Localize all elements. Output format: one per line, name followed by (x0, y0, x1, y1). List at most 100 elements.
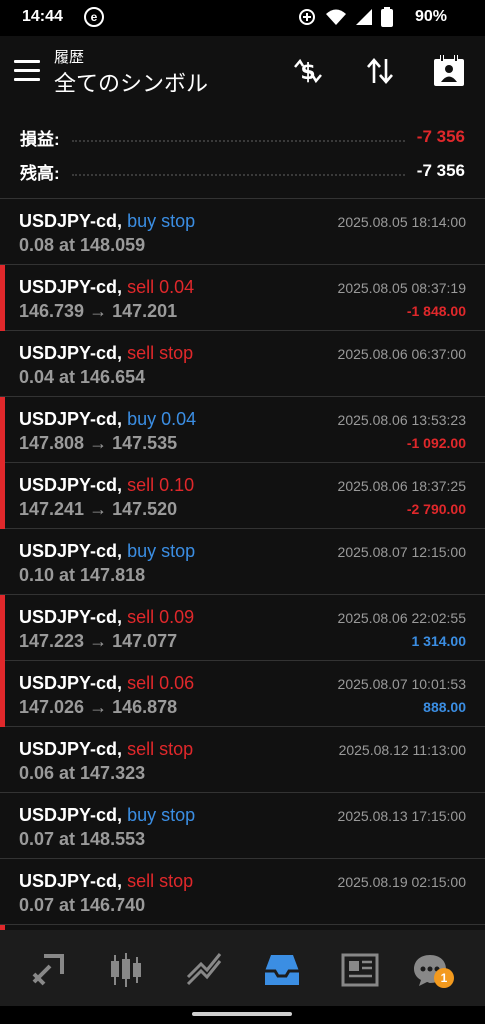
order-detail: 0.04 at 146.654 (19, 367, 146, 387)
sell-indicator-bar (0, 595, 5, 661)
balance-label: 残高: (20, 163, 60, 183)
order-time: 2025.08.13 17:15:00 (337, 808, 466, 824)
battery-icon (381, 7, 393, 27)
order-title: USDJPY-cd, buy stop (19, 211, 195, 232)
order-profit: -1 092.00 (406, 435, 466, 451)
order-time: 2025.08.06 18:37:25 (337, 478, 466, 494)
symbol-name: USDJPY-cd, (19, 409, 123, 429)
messages-badge: 1 (434, 968, 454, 988)
list-item[interactable]: USDJPY-cd, sell 0.10 147.241 → 147.520 2… (0, 463, 485, 529)
deposit-icon[interactable]: $ (289, 52, 327, 90)
order-time: 2025.08.07 12:15:00 (337, 544, 466, 560)
symbol-name: USDJPY-cd, (19, 739, 123, 759)
symbol-name: USDJPY-cd, (19, 805, 123, 825)
order-title: USDJPY-cd, buy 0.04 (19, 409, 196, 430)
list-item[interactable]: USDJPY-cd, sell 0.04 146.739 → 147.201 2… (0, 265, 485, 331)
order-detail: 147.223 → 147.077 (19, 631, 178, 651)
list-item[interactable]: USDJPY-cd, sell 0.06 147.026 → 146.878 2… (0, 661, 485, 727)
order-title: USDJPY-cd, sell 0.09 (19, 607, 194, 628)
order-title: USDJPY-cd, sell stop (19, 343, 193, 364)
order-profit: 888.00 (423, 699, 466, 715)
symbol-name: USDJPY-cd, (19, 607, 123, 627)
wifi-icon (326, 9, 346, 25)
order-type: sell 0.04 (127, 277, 195, 297)
sell-indicator-bar (0, 265, 5, 331)
order-time: 2025.08.05 18:14:00 (337, 214, 466, 230)
order-detail: 0.08 at 148.059 (19, 235, 146, 255)
order-type: sell 0.09 (127, 607, 195, 627)
order-time: 2025.08.12 11:13:00 (338, 742, 466, 758)
order-time: 2025.08.19 02:15:00 (337, 874, 466, 890)
sell-indicator-bar (0, 661, 5, 727)
symbol-name: USDJPY-cd, (19, 475, 123, 495)
balance-value: -7 356 (416, 161, 465, 180)
symbol-name: USDJPY-cd, (19, 673, 123, 693)
trade-icon[interactable] (184, 950, 224, 990)
order-type: sell 0.06 (127, 673, 195, 693)
order-type: sell 0.10 (127, 475, 195, 495)
sell-indicator-bar (0, 397, 5, 463)
summary-panel: 損益: -7 356 残高: -7 356 (0, 106, 485, 198)
order-detail: 147.026 → 146.878 (19, 697, 178, 717)
status-icons (297, 7, 393, 27)
order-detail: 0.07 at 148.553 (19, 829, 146, 849)
order-type: sell stop (127, 871, 194, 891)
list-item[interactable]: USDJPY-cd, sell 0.09 147.223 → 147.077 2… (0, 595, 485, 661)
app-notification-icon: e (84, 7, 104, 27)
list-item[interactable]: USDJPY-cd, buy 0.04 147.808 → 147.535 20… (0, 397, 485, 463)
order-time: 2025.08.07 10:01:53 (337, 676, 466, 692)
order-title: USDJPY-cd, sell 0.04 (19, 277, 194, 298)
home-indicator[interactable] (192, 1012, 292, 1016)
data-saver-icon (299, 9, 315, 25)
order-title: USDJPY-cd, buy stop (19, 805, 195, 826)
calendar-filter-icon[interactable] (430, 52, 468, 90)
order-title: USDJPY-cd, sell stop (19, 739, 193, 760)
symbol-name: USDJPY-cd, (19, 211, 123, 231)
order-title: USDJPY-cd, buy stop (19, 541, 195, 562)
news-icon[interactable] (340, 950, 380, 990)
chart-candles-icon[interactable] (106, 950, 146, 990)
messages-icon[interactable]: 1 (410, 950, 454, 990)
list-item[interactable]: USDJPY-cd, buy stop 0.08 at 148.059 2025… (0, 199, 485, 265)
order-detail: 0.10 at 147.818 (19, 565, 146, 585)
order-title: USDJPY-cd, sell 0.10 (19, 475, 194, 496)
symbol-name: USDJPY-cd, (19, 343, 123, 363)
page-subtitle: 履歴 (54, 49, 85, 66)
balance-row: 残高: -7 356 (20, 156, 465, 186)
list-item[interactable]: USDJPY-cd, sell stop 0.06 at 147.323 202… (0, 727, 485, 793)
dotted-leader (71, 132, 405, 142)
symbol-name: USDJPY-cd, (19, 871, 123, 891)
order-time: 2025.08.06 06:37:00 (337, 346, 466, 362)
order-title: USDJPY-cd, sell 0.06 (19, 673, 194, 694)
sort-icon[interactable] (361, 52, 399, 90)
page-title[interactable]: 全てのシンボル (54, 66, 208, 98)
order-detail: 0.06 at 147.323 (19, 763, 146, 783)
order-type: sell stop (127, 343, 194, 363)
symbol-name: USDJPY-cd, (19, 541, 123, 561)
order-profit: -2 790.00 (406, 501, 466, 517)
order-detail: 147.808 → 147.535 (19, 433, 178, 453)
order-detail: 147.241 → 147.520 (19, 499, 178, 519)
order-type: buy stop (127, 211, 196, 231)
profit-label: 損益: (20, 129, 60, 149)
bottom-nav: 1 (0, 930, 485, 1006)
order-time: 2025.08.06 13:53:23 (337, 412, 466, 428)
order-title: USDJPY-cd, sell stop (19, 871, 193, 892)
history-list[interactable]: USDJPY-cd, buy stop 0.08 at 148.059 2025… (0, 198, 485, 930)
history-tab-icon[interactable] (262, 950, 302, 990)
menu-icon[interactable] (14, 60, 40, 82)
order-time: 2025.08.05 08:37:19 (337, 280, 466, 296)
order-type: buy stop (127, 805, 196, 825)
status-time: 14:44 (22, 8, 63, 25)
order-detail: 146.739 → 147.201 (19, 301, 178, 321)
quotes-icon[interactable] (28, 950, 68, 990)
order-detail: 0.07 at 146.740 (19, 895, 146, 915)
status-bar: 14:44 e 90% (0, 0, 485, 36)
sell-indicator-bar (0, 463, 5, 529)
list-item[interactable]: USDJPY-cd, sell stop 0.07 at 146.740 202… (0, 859, 485, 925)
profit-row: 損益: -7 356 (20, 122, 465, 152)
order-type: sell stop (127, 739, 194, 759)
list-item[interactable]: USDJPY-cd, buy stop 0.10 at 147.818 2025… (0, 529, 485, 595)
list-item[interactable]: USDJPY-cd, sell stop 0.04 at 146.654 202… (0, 331, 485, 397)
list-item[interactable]: USDJPY-cd, buy stop 0.07 at 148.553 2025… (0, 793, 485, 859)
